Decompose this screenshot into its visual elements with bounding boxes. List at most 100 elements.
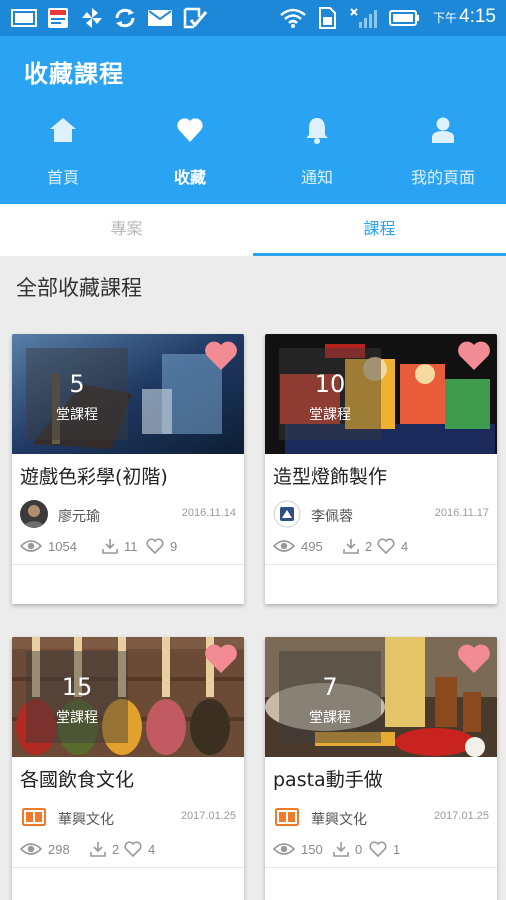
heart-outline-icon [124, 841, 142, 857]
card-divider [12, 564, 244, 565]
author-row: 廖元瑜 2016.11.14 [20, 500, 236, 528]
course-thumbnail: 10 堂課程 [265, 334, 497, 454]
lesson-count-badge: 5 堂課程 [26, 348, 128, 440]
calendar-notification-icon [48, 8, 68, 28]
download-icon [333, 842, 349, 857]
nav-label: 我的頁面 [410, 168, 475, 187]
likes-count: 1 [393, 842, 401, 857]
person-icon [432, 117, 454, 143]
course-card[interactable]: 15 堂課程 各國飲食文化 華興文化 2017.01.25 298 2 4 [12, 637, 244, 900]
author-name: 廖元瑜 [58, 509, 100, 525]
lesson-count-badge: 10 堂課程 [279, 348, 381, 440]
course-title: 造型燈飾製作 [273, 466, 388, 488]
views-count: 1054 [48, 539, 77, 554]
views-count: 495 [301, 539, 323, 554]
wifi-icon [280, 8, 306, 28]
lesson-unit: 堂課程 [56, 710, 98, 726]
bell-icon [306, 118, 328, 144]
avatar [22, 808, 46, 826]
avatar [273, 500, 301, 528]
likes-count: 4 [148, 842, 156, 857]
lesson-count-badge: 7 堂課程 [279, 651, 381, 743]
nav-label: 收藏 [173, 168, 206, 187]
lesson-unit: 堂課程 [56, 407, 98, 423]
course-title: pasta動手做 [273, 769, 383, 791]
eye-icon [20, 843, 42, 855]
screenshot-icon [11, 9, 37, 27]
downloads-count: 2 [365, 539, 373, 554]
stats-row: 150 0 1 [273, 840, 489, 860]
stats-row: 1054 11 9 [20, 537, 236, 557]
lesson-unit: 堂課程 [309, 407, 351, 423]
nav-item-home[interactable]: 首頁 [0, 116, 126, 196]
heart-outline-icon [377, 538, 395, 554]
home-icon [50, 118, 76, 142]
favorite-heart-icon[interactable] [457, 340, 491, 372]
nav-item-notifications[interactable]: 通知 [254, 116, 380, 196]
course-title: 各國飲食文化 [20, 769, 135, 791]
lesson-count: 10 [314, 370, 346, 398]
eye-icon [273, 843, 295, 855]
heart-outline-icon [146, 538, 164, 554]
downloads-count: 2 [112, 842, 120, 857]
eye-icon [20, 540, 42, 552]
post-date: 2016.11.17 [434, 507, 489, 519]
nav-label: 首頁 [46, 168, 79, 187]
tab-indicator [253, 253, 506, 256]
favorite-heart-icon[interactable] [204, 643, 238, 675]
author-row: 華興文化 2017.01.25 [20, 803, 236, 831]
card-divider [265, 564, 497, 565]
card-divider [265, 867, 497, 868]
page-title: 收藏課程 [24, 60, 124, 88]
course-thumbnail: 7 堂課程 [265, 637, 497, 757]
lesson-count-badge: 15 堂課程 [26, 651, 128, 743]
course-thumbnail: 5 堂課程 [12, 334, 244, 454]
clock: 下午 4:15 [433, 6, 496, 27]
likes-count: 9 [170, 539, 178, 554]
author-name: 華興文化 [58, 812, 114, 828]
heart-icon [177, 118, 203, 142]
tab-projects[interactable]: 專案 [0, 204, 253, 256]
course-card[interactable]: 10 堂課程 造型燈飾製作 李佩蓉 2016.11.17 495 2 4 [265, 334, 497, 604]
avatar [275, 808, 299, 826]
download-icon [343, 539, 359, 554]
author-name: 華興文化 [311, 812, 367, 828]
lesson-count: 5 [69, 370, 85, 398]
nav-item-my-page[interactable]: 我的頁面 [380, 116, 506, 196]
lesson-count: 7 [322, 673, 338, 701]
signal-icon [350, 8, 377, 28]
task-check-icon [183, 7, 208, 29]
course-title: 遊戲色彩學(初階) [20, 466, 168, 488]
tab-bar: 專案 課程 [0, 204, 506, 256]
pinwheel-icon [82, 8, 102, 28]
tab-courses[interactable]: 課程 [253, 204, 506, 256]
course-card[interactable]: 7 堂課程 pasta動手做 華興文化 2017.01.25 150 0 1 [265, 637, 497, 900]
sync-icon [115, 8, 135, 28]
lesson-count: 15 [61, 673, 93, 701]
course-card[interactable]: 5 堂課程 遊戲色彩學(初階) 廖元瑜 2016.11.14 1054 11 9 [12, 334, 244, 604]
views-count: 150 [301, 842, 323, 857]
section-title: 全部收藏課程 [16, 276, 142, 300]
download-icon [102, 539, 118, 554]
mail-icon [148, 10, 172, 26]
favorite-heart-icon[interactable] [457, 643, 491, 675]
downloads-count: 0 [355, 842, 363, 857]
bottom-nav: 首頁 收藏 通知 我的頁面 [0, 116, 506, 196]
battery-icon [389, 10, 419, 26]
post-date: 2017.01.25 [180, 810, 236, 822]
post-date: 2016.11.14 [181, 507, 236, 519]
favorite-heart-icon[interactable] [204, 340, 238, 372]
lesson-unit: 堂課程 [309, 710, 351, 726]
stats-row: 298 2 4 [20, 840, 236, 860]
nav-label: 通知 [300, 168, 333, 187]
heart-outline-icon [369, 841, 387, 857]
likes-count: 4 [401, 539, 409, 554]
author-row: 華興文化 2017.01.25 [273, 803, 489, 831]
app-bar: 收藏課程 首頁 收藏 通知 我的頁面 [0, 36, 506, 204]
status-bar: 下午 4:15 [0, 0, 506, 36]
downloads-count: 11 [124, 539, 138, 554]
course-thumbnail: 15 堂課程 [12, 637, 244, 757]
post-date: 2017.01.25 [433, 810, 489, 822]
author-row: 李佩蓉 2016.11.17 [273, 500, 489, 528]
nav-item-favorites[interactable]: 收藏 [127, 116, 253, 196]
